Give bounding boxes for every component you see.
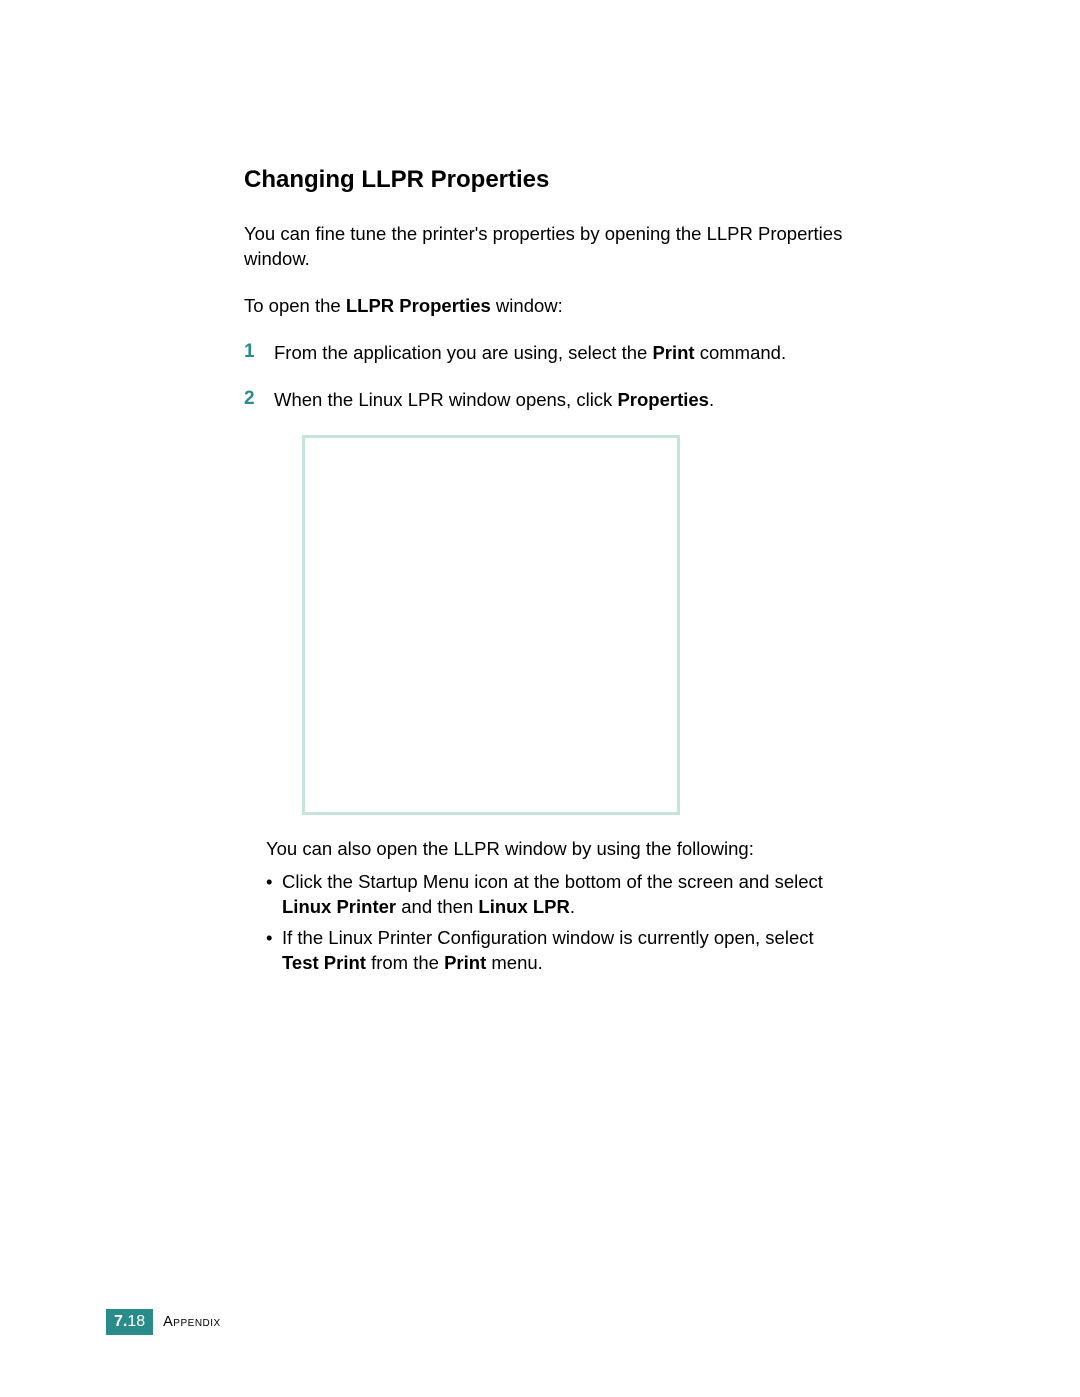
step-bold-span: Print bbox=[652, 342, 694, 363]
screenshot-placeholder bbox=[302, 435, 680, 815]
footer-label: Appendix bbox=[163, 1314, 221, 1330]
step-span: . bbox=[709, 389, 714, 410]
page-footer: 7.18 Appendix bbox=[106, 1309, 221, 1335]
step-span: command. bbox=[695, 342, 787, 363]
chapter-number: 7. bbox=[114, 1313, 127, 1330]
section-heading: Changing LLPR Properties bbox=[244, 166, 844, 194]
step-item: 2When the Linux LPR window opens, click … bbox=[244, 388, 844, 413]
page-number: 18 bbox=[127, 1313, 145, 1330]
open-prefix: To open the bbox=[244, 295, 346, 316]
open-bold: LLPR Properties bbox=[346, 295, 491, 316]
steps-list: 1From the application you are using, sel… bbox=[244, 341, 844, 413]
bullet-bold-span: Linux LPR bbox=[478, 896, 569, 917]
step-number: 2 bbox=[244, 388, 274, 413]
bullet-text: Click the Startup Menu icon at the botto… bbox=[282, 870, 844, 920]
step-item: 1From the application you are using, sel… bbox=[244, 341, 844, 366]
page-number-badge: 7.18 bbox=[106, 1309, 153, 1335]
bullet-span: Click the Startup Menu icon at the botto… bbox=[282, 871, 823, 892]
bullet-span: and then bbox=[396, 896, 478, 917]
bullet-text: If the Linux Printer Configuration windo… bbox=[282, 926, 844, 976]
bullet-span: from the bbox=[366, 952, 444, 973]
intro-paragraph: You can fine tune the printer's properti… bbox=[244, 222, 844, 272]
bullet-bold-span: Print bbox=[444, 952, 486, 973]
bullet-bold-span: Test Print bbox=[282, 952, 366, 973]
step-span: When the Linux LPR window opens, click bbox=[274, 389, 617, 410]
step-bold-span: Properties bbox=[617, 389, 709, 410]
bullet-item: •Click the Startup Menu icon at the bott… bbox=[266, 870, 844, 920]
page-content: Changing LLPR Properties You can fine tu… bbox=[244, 166, 844, 982]
bullet-dot: • bbox=[266, 926, 282, 976]
open-paragraph: To open the LLPR Properties window: bbox=[244, 294, 844, 319]
step-text: From the application you are using, sele… bbox=[274, 341, 786, 366]
bullet-item: •If the Linux Printer Configuration wind… bbox=[266, 926, 844, 976]
bullet-bold-span: Linux Printer bbox=[282, 896, 396, 917]
bullet-span: . bbox=[570, 896, 575, 917]
step-text: When the Linux LPR window opens, click P… bbox=[274, 388, 714, 413]
bullets-list: •Click the Startup Menu icon at the bott… bbox=[266, 870, 844, 976]
bullet-dot: • bbox=[266, 870, 282, 920]
open-suffix: window: bbox=[491, 295, 563, 316]
bullet-span: If the Linux Printer Configuration windo… bbox=[282, 927, 814, 948]
bullet-span: menu. bbox=[486, 952, 543, 973]
also-paragraph: You can also open the LLPR window by usi… bbox=[266, 837, 844, 862]
step-number: 1 bbox=[244, 341, 274, 366]
step-span: From the application you are using, sele… bbox=[274, 342, 652, 363]
